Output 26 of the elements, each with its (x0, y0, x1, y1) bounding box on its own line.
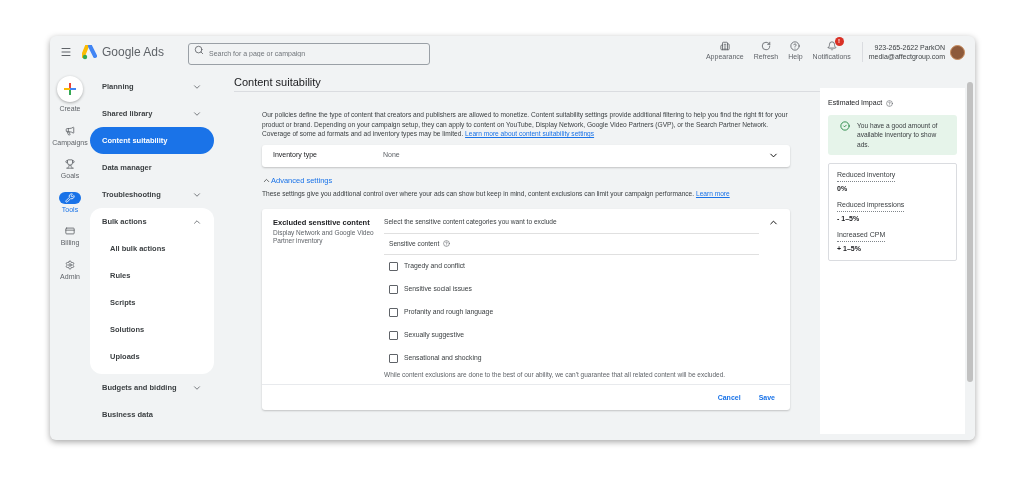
checkbox[interactable] (389, 261, 398, 271)
checkbox[interactable] (389, 307, 398, 317)
checkbox[interactable] (389, 330, 398, 340)
app-name: Google Ads (102, 44, 165, 61)
search-icon (194, 45, 204, 56)
bell-icon (826, 41, 837, 52)
help-icon (790, 41, 801, 52)
card-icon (65, 226, 75, 236)
refresh-icon (760, 41, 771, 52)
logo-icon (82, 44, 98, 60)
menu-icon[interactable] (60, 46, 72, 58)
megaphone-icon (65, 125, 75, 136)
checkbox[interactable] (389, 284, 398, 294)
check-circle-icon (840, 120, 850, 131)
trophy-icon (65, 159, 75, 169)
create-button[interactable] (57, 76, 83, 102)
avatar[interactable] (950, 44, 965, 60)
help-icon (886, 99, 894, 107)
building-icon (719, 41, 730, 52)
plus-icon (64, 83, 76, 95)
wrench-icon (65, 192, 75, 203)
help-icon (443, 240, 451, 248)
scrollbar[interactable] (967, 82, 973, 382)
checkbox[interactable] (389, 353, 398, 363)
page-title: Content suitability (234, 75, 321, 90)
gear-icon (65, 259, 75, 270)
